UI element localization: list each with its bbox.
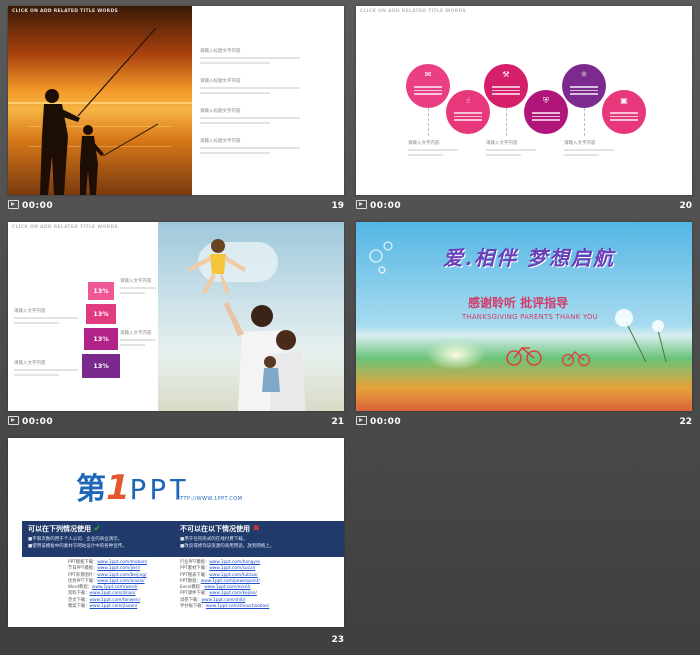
logo-num: 1: [106, 468, 130, 508]
bicycles-illustration: [369, 241, 667, 367]
slide-number: 19: [331, 201, 344, 211]
cross-icon: ✖: [252, 524, 260, 534]
slide-number: 20: [679, 201, 692, 211]
cannot-use-item: ■用于任何形式的在线付费下载。: [180, 537, 248, 542]
logo-url: HTTP://WWW.1PPT.COM: [176, 496, 243, 502]
links-left: PPT模板下载：www.1ppt.com/moban/ 节日PPT模板：www.…: [68, 560, 147, 610]
shield-icon: ⛨: [543, 96, 549, 105]
link-row[interactable]: 教案下载：www.1ppt.com/jiaoan/: [68, 604, 147, 610]
cube-4: 13%: [82, 354, 120, 378]
transition-icon: [356, 200, 367, 209]
slide-meta-20: 00:00 20: [356, 199, 692, 213]
paragraph-label: 请输入标题文字内容: [200, 49, 241, 54]
can-use-item: ■不限次数的用于个人公司、企业的商业演示。: [28, 537, 123, 542]
family-photo: [158, 222, 344, 411]
caption-label: 请输入文字内容: [14, 309, 46, 314]
caption-label: 请输入文字内容: [486, 141, 518, 146]
slide-number: 23: [331, 635, 344, 645]
shield-circle: ⛨: [524, 90, 568, 134]
transition-icon: [356, 416, 367, 425]
atom-circle: ⚛: [562, 64, 606, 108]
caption-label: 请输入文字内容: [564, 141, 596, 146]
thumb-circle: ☝: [446, 90, 490, 134]
cannot-use-title: 不可以在以下情况使用 ✖: [180, 524, 260, 534]
text-blocks: 请输入标题文字内容 请输入标题文字内容 请输入标题文字内容 请输入标题文字内容: [200, 48, 300, 168]
image-icon: ▣: [620, 96, 628, 105]
mail-circle: ✉: [406, 64, 450, 108]
caption-label: 请输入文字内容: [120, 331, 152, 336]
slide-meta-19: 00:00 19: [8, 199, 344, 213]
slide-timing: 00:00: [370, 417, 402, 427]
slide-thumbnail-23[interactable]: 第1PPT HTTP://WWW.1PPT.COM 可以在下列情况使用 ✔ ■不…: [8, 438, 344, 627]
slide-thumbnail-21[interactable]: CLICK ON ADD RELATED TITLE WORDS 13% 13%…: [8, 222, 344, 411]
caption-block: 请输入文字内容: [120, 330, 156, 349]
transition-icon: [8, 416, 19, 425]
caption-label: 请输入文字内容: [120, 279, 152, 284]
slide-thumbnail-22[interactable]: 爱.相伴 梦想启航 感谢聆听 批评指导 THANKSGIVING PARENTS…: [356, 222, 692, 411]
wrench-circle: ⚒: [484, 64, 528, 108]
slide-number: 21: [331, 417, 344, 427]
links-right: 行业PPT模板：www.1ppt.com/hangye/ PPT素材下载：www…: [180, 560, 269, 610]
slide-timing: 00:00: [370, 201, 402, 211]
caption-block: 请输入文字内容: [486, 140, 536, 159]
caption-block: 请输入文字内容: [408, 140, 458, 159]
caption-label: 请输入文字内容: [408, 141, 440, 146]
paragraph-label: 请输入标题文字内容: [200, 109, 241, 114]
caption-label: 请输入文字内容: [14, 361, 46, 366]
image-circle: ▣: [602, 90, 646, 134]
slide-timing: 00:00: [22, 201, 54, 211]
logo-cn: 第: [76, 472, 106, 507]
caption-block: 请输入文字内容: [120, 278, 156, 297]
thumbs-up-icon: ☝: [465, 96, 471, 105]
cannot-use-item: ■改良或修饰该资源的商用用途，放到网络上。: [180, 544, 275, 549]
caption-block: 请输入文字内容: [14, 360, 78, 379]
atom-icon: ⚛: [580, 70, 588, 79]
slide-title-hint: CLICK ON ADD RELATED TITLE WORDS: [12, 9, 119, 14]
usage-banner: 可以在下列情况使用 ✔ ■不限次数的用于个人公司、企业的商业演示。 ■使用该模板…: [22, 521, 344, 557]
caption-block: 请输入文字内容: [564, 140, 614, 159]
wrench-icon: ⚒: [502, 70, 510, 79]
slide-thumbnail-20[interactable]: CLICK ON ADD RELATED TITLE WORDS ✉ ☝ ⚒ ⛨…: [356, 6, 692, 195]
can-use-title: 可以在下列情况使用 ✔: [28, 524, 101, 534]
slide-thumbnail-19[interactable]: CLICK ON ADD RELATED TITLE WORDS 请输入标题文字…: [8, 6, 344, 195]
cube-1: 13%: [88, 282, 114, 300]
can-use-items: ■不限次数的用于个人公司、企业的商业演示。 ■使用该模板中的素材于网站设计中的各…: [28, 536, 127, 550]
cube-2: 13%: [86, 304, 116, 324]
slide-title-hint: CLICK ON ADD RELATED TITLE WORDS: [12, 225, 119, 230]
paragraph-label: 请输入标题文字内容: [200, 79, 241, 84]
slide-meta-22: 00:00 22: [356, 415, 692, 429]
cannot-use-items: ■用于任何形式的在线付费下载。 ■改良或修饰该资源的商用用途，放到网络上。: [180, 536, 274, 550]
paragraph-label: 请输入标题文字内容: [200, 139, 241, 144]
slide-meta-23: 23: [8, 633, 344, 647]
can-use-item: ■使用该模板中的素材于网站设计中的各种宣传。: [28, 544, 127, 549]
slide-number: 22: [679, 417, 692, 427]
check-icon: ✔: [93, 524, 101, 534]
slide-timing: 00:00: [22, 417, 54, 427]
sunset-fishing-photo: [8, 6, 192, 195]
1ppt-logo: 第1PPT: [76, 464, 189, 508]
mail-icon: ✉: [424, 70, 432, 79]
transition-icon: [8, 200, 19, 209]
slide-title-hint: CLICK ON ADD RELATED TITLE WORDS: [360, 9, 467, 14]
link-row[interactable]: 手抄报下载：www.1ppt.com/shouchaobao/: [180, 604, 269, 610]
caption-block: 请输入文字内容: [14, 308, 78, 327]
slide-meta-21: 00:00 21: [8, 415, 344, 429]
cube-3: 13%: [84, 328, 118, 350]
